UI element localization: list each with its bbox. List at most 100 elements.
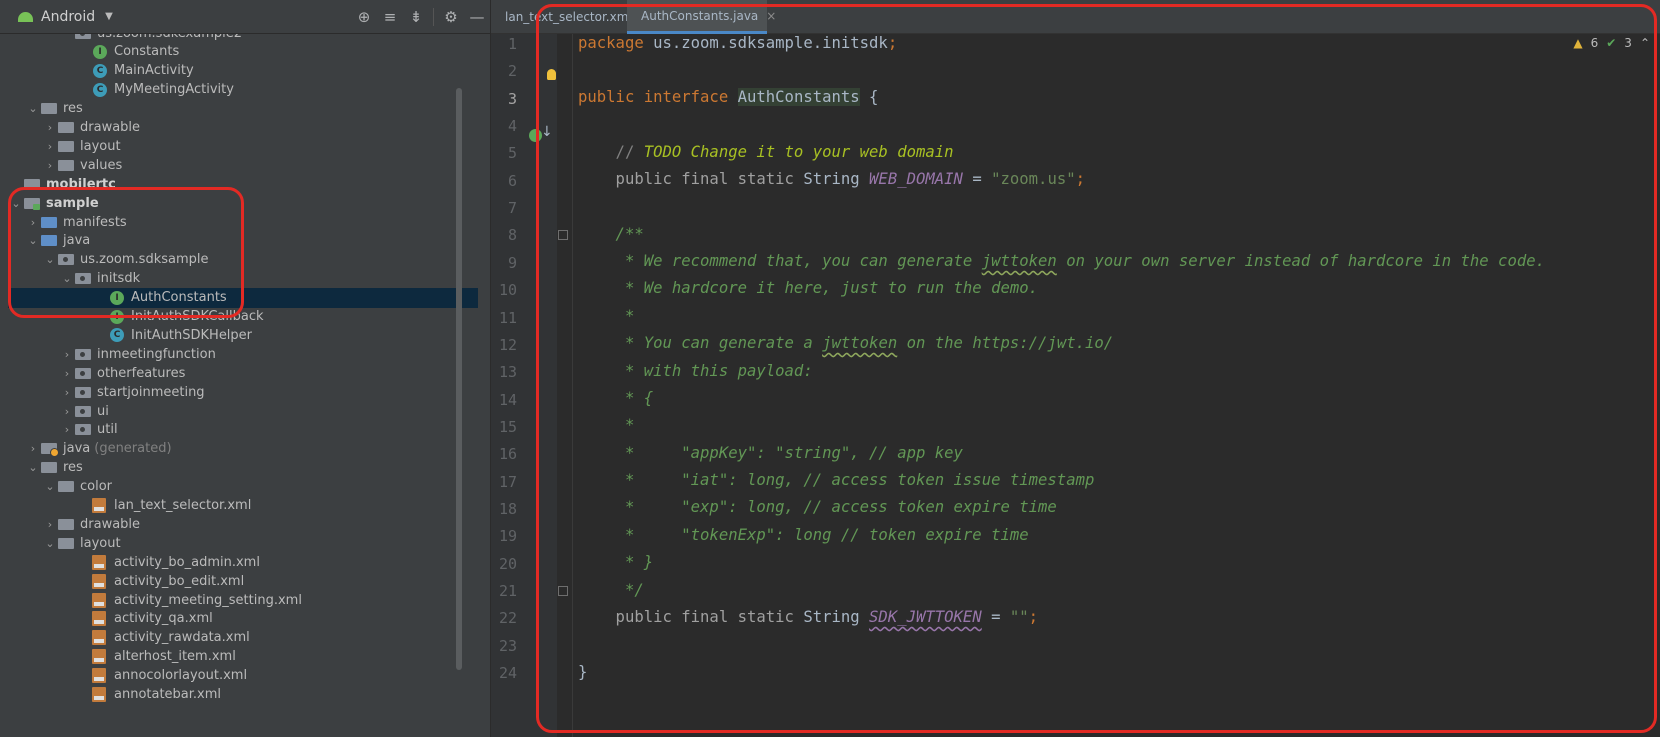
tree-item[interactable]: › startjoinmeeting [8,382,478,402]
tree-item[interactable]: ⌄ res [8,99,478,119]
chevron-right-icon[interactable]: › [59,348,75,361]
chevron-right-icon[interactable]: › [59,386,75,399]
tree-item[interactable]: › layout [8,136,478,156]
tab-lan-text-selector[interactable]: lan_text_selector.xml × [491,0,650,34]
tree-item[interactable]: ›IConstants [8,42,478,62]
tree-item[interactable]: ⌄ layout [8,533,478,553]
chevron-right-icon[interactable]: › [42,518,58,531]
tree-item-label: annotatebar.xml [114,687,222,702]
inspection-widget[interactable]: ▲ 6 ✔ 3 ⌃ [1573,36,1650,50]
chevron-right-icon[interactable]: › [42,121,58,134]
tree-item[interactable]: ›annotatebar.xml [8,685,478,705]
locate-icon[interactable]: ⊕ [351,0,377,34]
tree-item-label: drawable [80,516,141,532]
project-tool-window: Android ▼ ⊕ ≡ ⇟ ⚙ — › us.zoom.sdkexample2… [0,0,490,737]
tree-item-label: util [97,422,118,438]
interface-icon: I [110,309,124,324]
tree-item[interactable]: ⌄ java [8,231,478,251]
chevron-right-icon[interactable]: › [42,159,58,172]
tree-item[interactable]: ›alterhost_item.xml [8,647,478,667]
tree-item[interactable]: › ui [8,401,478,421]
code-line-9: * We recommend that, you can generate jw… [578,252,1546,270]
chevron-down-icon[interactable]: ⌄ [25,234,41,247]
code-line-8: /** [578,225,644,243]
down-arrow-icon[interactable]: ↓ [541,124,553,140]
tree-item[interactable]: ⌄ res [8,458,478,478]
tree-item[interactable]: ›IAuthConstants [8,287,478,308]
line-number: 6 [507,171,517,190]
hide-icon[interactable]: — [464,0,490,34]
tree-item[interactable]: › manifests [8,212,478,232]
tree-item[interactable]: ›CInitAuthSDKHelper [8,325,478,345]
xml-file-icon [92,611,106,627]
line-number: 7 [507,199,517,218]
chevron-right-icon[interactable]: › [25,442,41,455]
chevron-down-icon[interactable]: ⌄ [25,102,41,115]
fold-marker-icon[interactable] [558,586,568,596]
package-folder-icon [75,348,91,360]
code-line-21: */ [578,581,644,599]
tree-item[interactable]: › inmeetingfunction [8,344,478,364]
code-area[interactable]: package us.zoom.sdksample.initsdk; publi… [578,34,1648,737]
chevron-up-icon[interactable]: ⌃ [1640,36,1650,50]
tree-item[interactable]: ›activity_bo_admin.xml [8,552,478,572]
chevron-down-icon[interactable]: ▼ [105,11,113,22]
close-icon[interactable]: × [766,9,776,23]
chevron-right-icon[interactable]: › [59,367,75,380]
collapse-all-icon[interactable]: ⇟ [403,0,429,34]
tree-item[interactable]: ›IInitAuthSDKCallback [8,307,478,327]
tree-item[interactable]: ⌄ sample [8,193,478,213]
code-editor[interactable]: 1 2 3 4 5 6 7 8 9 10 11 12 13 14 15 16 17 18 19 20 21 22 23 24 … [491,34,1660,737]
tree-item[interactable]: › util [8,420,478,440]
chevron-right-icon[interactable]: › [25,216,41,229]
code-line-11: * [578,307,635,325]
tree-item[interactable]: ›activity_meeting_setting.xml [8,590,478,610]
tree-item[interactable]: ›activity_rawdata.xml [8,628,478,648]
chevron-down-icon[interactable]: ⌄ [42,480,58,493]
line-number: 8 [507,226,517,245]
tree-item[interactable]: › drawable [8,118,478,138]
tree-item[interactable]: › java (generated) [8,439,478,459]
line-number: 10 [498,281,517,300]
chevron-down-icon[interactable]: ⌄ [59,272,75,285]
tab-auth-constants[interactable]: AuthConstants.java × [627,0,776,34]
tree-item[interactable]: › drawable [8,514,478,534]
chevron-right-icon[interactable]: › [59,405,75,418]
tree-item-label: activity_rawdata.xml [114,630,250,646]
gear-icon[interactable]: ⚙ [438,0,464,34]
line-number: 22 [498,609,517,628]
tree-item[interactable]: ›mobilertc [8,174,478,194]
generated-folder-icon [41,443,59,458]
chevron-down-icon[interactable]: ⌄ [25,461,41,474]
tree-item[interactable]: ⌄ initsdk [8,269,478,289]
tree-item[interactable]: ›CMainActivity [8,61,478,81]
line-number: 19 [498,527,517,546]
tree-item[interactable]: ›CMyMeetingActivity [8,80,478,100]
class-icon: C [93,82,107,97]
tree-item[interactable]: ›activity_qa.xml [8,609,478,629]
lightbulb-icon[interactable] [547,69,556,80]
expand-all-icon[interactable]: ≡ [377,0,403,34]
folder-icon [58,481,74,493]
tree-item[interactable]: ›activity_bo_edit.xml [8,571,478,591]
fold-marker-icon[interactable] [558,230,568,240]
chevron-down-icon[interactable]: ⌄ [8,197,24,210]
chevron-right-icon[interactable]: › [42,140,58,153]
line-number: 17 [498,472,517,491]
tree-item[interactable]: ›annocolorlayout.xml [8,666,478,686]
tree-item[interactable]: ⌄ us.zoom.sdksample [8,250,478,270]
tree-item[interactable]: ⌄ color [8,477,478,497]
code-line-22: public final static String SDK_JWTTOKEN … [578,608,1039,626]
project-view-selector[interactable]: Android [41,9,95,25]
tree-item[interactable]: › otherfeatures [8,363,478,383]
tree-scrollbar[interactable] [456,88,462,670]
tree-item-label: InitAuthSDKCallback [131,309,264,324]
code-line-19: * "tokenExp": long // token expire time [578,526,1029,544]
tree-item-label: MyMeetingActivity [114,82,234,98]
chevron-right-icon[interactable]: › [59,423,75,436]
chevron-down-icon[interactable]: ⌄ [42,253,58,266]
chevron-down-icon[interactable]: ⌄ [42,537,58,550]
tree-item[interactable]: ›lan_text_selector.xml [8,496,478,516]
tree-item[interactable]: › values [8,155,478,175]
project-tree: › us.zoom.sdkexample2 › I Constants › C MainAct… [8,34,478,737]
